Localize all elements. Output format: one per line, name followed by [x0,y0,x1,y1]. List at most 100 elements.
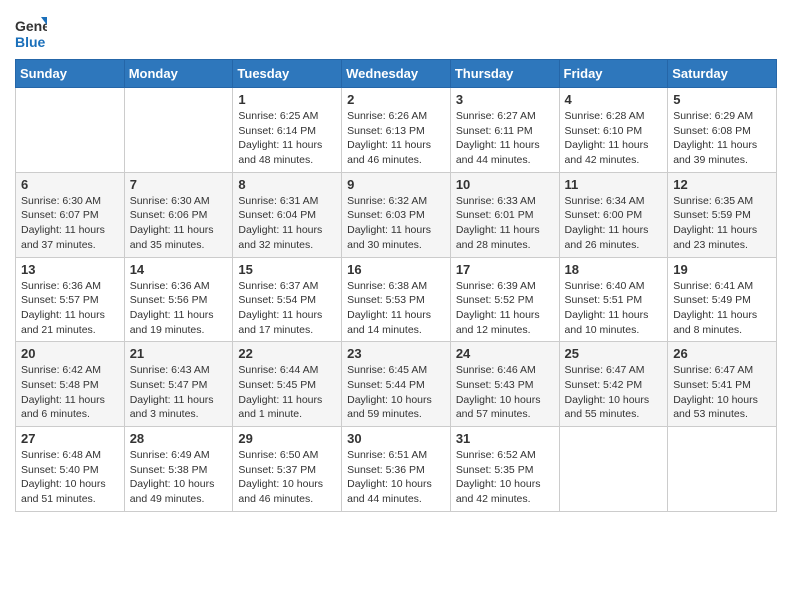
cell-detail: Sunrise: 6:40 AMSunset: 5:51 PMDaylight:… [565,279,663,338]
day-number: 7 [130,177,228,192]
calendar-cell: 21 Sunrise: 6:43 AMSunset: 5:47 PMDayligh… [124,342,233,427]
cell-detail: Sunrise: 6:26 AMSunset: 6:13 PMDaylight:… [347,109,445,168]
calendar-cell: 18 Sunrise: 6:40 AMSunset: 5:51 PMDayligh… [559,257,668,342]
calendar-cell: 14 Sunrise: 6:36 AMSunset: 5:56 PMDayligh… [124,257,233,342]
cell-detail: Sunrise: 6:48 AMSunset: 5:40 PMDaylight:… [21,448,119,507]
day-number: 15 [238,262,336,277]
calendar-cell: 22 Sunrise: 6:44 AMSunset: 5:45 PMDayligh… [233,342,342,427]
cell-detail: Sunrise: 6:30 AMSunset: 6:06 PMDaylight:… [130,194,228,253]
day-number: 29 [238,431,336,446]
cell-detail: Sunrise: 6:25 AMSunset: 6:14 PMDaylight:… [238,109,336,168]
calendar-cell: 20 Sunrise: 6:42 AMSunset: 5:48 PMDayligh… [16,342,125,427]
calendar-cell: 30 Sunrise: 6:51 AMSunset: 5:36 PMDayligh… [342,427,451,512]
day-number: 22 [238,346,336,361]
calendar-week-3: 13Sunrise: 6:36 AMSunset: 5:57 PMDayligh… [16,257,777,342]
day-number: 16 [347,262,445,277]
logo-container: General Blue [15,15,47,51]
cell-detail: Sunrise: 6:38 AMSunset: 5:53 PMDaylight:… [347,279,445,338]
calendar-cell [668,427,777,512]
calendar-cell: 9Sunrise: 6:32 AMSunset: 6:03 PMDaylight… [342,172,451,257]
day-number: 13 [21,262,119,277]
cell-detail: Sunrise: 6:37 AMSunset: 5:54 PMDaylight:… [238,279,336,338]
calendar-cell: 7 Sunrise: 6:30 AMSunset: 6:06 PMDaylight… [124,172,233,257]
logo: General Blue [15,15,47,51]
calendar-cell [16,88,125,173]
day-number: 5 [673,92,771,107]
day-number: 30 [347,431,445,446]
cell-detail: Sunrise: 6:34 AMSunset: 6:00 PMDaylight:… [565,194,663,253]
calendar-cell: 13Sunrise: 6:36 AMSunset: 5:57 PMDayligh… [16,257,125,342]
page-header: General Blue [15,10,777,51]
cell-detail: Sunrise: 6:28 AMSunset: 6:10 PMDaylight:… [565,109,663,168]
day-number: 24 [456,346,554,361]
calendar-cell: 2 Sunrise: 6:26 AMSunset: 6:13 PMDaylight… [342,88,451,173]
calendar-cell: 1 Sunrise: 6:25 AMSunset: 6:14 PMDaylight… [233,88,342,173]
calendar-cell: 24 Sunrise: 6:46 AMSunset: 5:43 PMDayligh… [450,342,559,427]
day-number: 4 [565,92,663,107]
calendar-cell: 27 Sunrise: 6:48 AMSunset: 5:40 PMDayligh… [16,427,125,512]
svg-text:General: General [15,18,47,34]
calendar-header-row: SundayMondayTuesdayWednesdayThursdayFrid… [16,60,777,88]
day-number: 23 [347,346,445,361]
day-number: 31 [456,431,554,446]
day-number: 19 [673,262,771,277]
day-number: 8 [238,177,336,192]
calendar-cell: 11 Sunrise: 6:34 AMSunset: 6:00 PMDayligh… [559,172,668,257]
cell-detail: Sunrise: 6:39 AMSunset: 5:52 PMDaylight:… [456,279,554,338]
day-number: 11 [565,177,663,192]
cell-detail: Sunrise: 6:46 AMSunset: 5:43 PMDaylight:… [456,363,554,422]
header-wednesday: Wednesday [342,60,451,88]
calendar-week-1: 1 Sunrise: 6:25 AMSunset: 6:14 PMDaylight… [16,88,777,173]
cell-detail: Sunrise: 6:52 AMSunset: 5:35 PMDaylight:… [456,448,554,507]
calendar-week-2: 6 Sunrise: 6:30 AMSunset: 6:07 PMDaylight… [16,172,777,257]
header-tuesday: Tuesday [233,60,342,88]
cell-detail: Sunrise: 6:50 AMSunset: 5:37 PMDaylight:… [238,448,336,507]
cell-detail: Sunrise: 6:36 AMSunset: 5:56 PMDaylight:… [130,279,228,338]
day-number: 6 [21,177,119,192]
calendar-cell: 3Sunrise: 6:27 AMSunset: 6:11 PMDaylight… [450,88,559,173]
day-number: 28 [130,431,228,446]
calendar-cell: 28 Sunrise: 6:49 AMSunset: 5:38 PMDayligh… [124,427,233,512]
day-number: 27 [21,431,119,446]
header-saturday: Saturday [668,60,777,88]
cell-detail: Sunrise: 6:51 AMSunset: 5:36 PMDaylight:… [347,448,445,507]
cell-detail: Sunrise: 6:35 AMSunset: 5:59 PMDaylight:… [673,194,771,253]
day-number: 12 [673,177,771,192]
day-number: 25 [565,346,663,361]
day-number: 26 [673,346,771,361]
cell-detail: Sunrise: 6:49 AMSunset: 5:38 PMDaylight:… [130,448,228,507]
calendar-cell: 17 Sunrise: 6:39 AMSunset: 5:52 PMDayligh… [450,257,559,342]
day-number: 2 [347,92,445,107]
cell-detail: Sunrise: 6:29 AMSunset: 6:08 PMDaylight:… [673,109,771,168]
svg-text:Blue: Blue [15,34,46,50]
cell-detail: Sunrise: 6:31 AMSunset: 6:04 PMDaylight:… [238,194,336,253]
calendar-cell: 26 Sunrise: 6:47 AMSunset: 5:41 PMDayligh… [668,342,777,427]
header-thursday: Thursday [450,60,559,88]
header-monday: Monday [124,60,233,88]
calendar-cell: 23Sunrise: 6:45 AMSunset: 5:44 PMDayligh… [342,342,451,427]
day-number: 10 [456,177,554,192]
cell-detail: Sunrise: 6:44 AMSunset: 5:45 PMDaylight:… [238,363,336,422]
cell-detail: Sunrise: 6:30 AMSunset: 6:07 PMDaylight:… [21,194,119,253]
calendar-cell: 15 Sunrise: 6:37 AMSunset: 5:54 PMDayligh… [233,257,342,342]
day-number: 21 [130,346,228,361]
calendar-week-4: 20 Sunrise: 6:42 AMSunset: 5:48 PMDayligh… [16,342,777,427]
cell-detail: Sunrise: 6:42 AMSunset: 5:48 PMDaylight:… [21,363,119,422]
calendar-cell: 6 Sunrise: 6:30 AMSunset: 6:07 PMDaylight… [16,172,125,257]
day-number: 20 [21,346,119,361]
calendar-cell: 25Sunrise: 6:47 AMSunset: 5:42 PMDayligh… [559,342,668,427]
calendar-cell: 10Sunrise: 6:33 AMSunset: 6:01 PMDayligh… [450,172,559,257]
calendar-cell: 8 Sunrise: 6:31 AMSunset: 6:04 PMDaylight… [233,172,342,257]
header-sunday: Sunday [16,60,125,88]
calendar-cell: 31 Sunrise: 6:52 AMSunset: 5:35 PMDayligh… [450,427,559,512]
calendar-cell: 12 Sunrise: 6:35 AMSunset: 5:59 PMDayligh… [668,172,777,257]
calendar-table: SundayMondayTuesdayWednesdayThursdayFrid… [15,59,777,512]
cell-detail: Sunrise: 6:47 AMSunset: 5:41 PMDaylight:… [673,363,771,422]
cell-detail: Sunrise: 6:43 AMSunset: 5:47 PMDaylight:… [130,363,228,422]
day-number: 18 [565,262,663,277]
day-number: 3 [456,92,554,107]
day-number: 1 [238,92,336,107]
day-number: 14 [130,262,228,277]
header-friday: Friday [559,60,668,88]
day-number: 17 [456,262,554,277]
